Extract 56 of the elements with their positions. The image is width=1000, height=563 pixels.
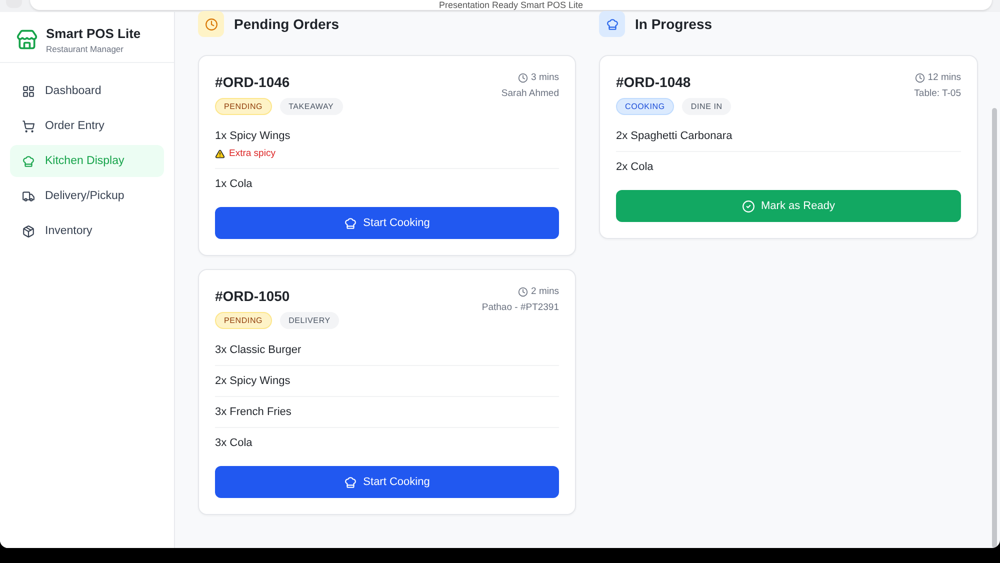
status-tag: COOKING (616, 98, 674, 115)
order-action-button[interactable]: Start Cooking (215, 466, 559, 498)
order-detail: Sarah Ahmed (501, 88, 559, 99)
sidebar-item-label: Inventory (45, 225, 92, 237)
order-item: 3x French Fries (215, 406, 292, 418)
grid-icon (22, 84, 35, 98)
order-id: #ORD-1050 (215, 288, 291, 304)
order-time: 2 mins (531, 286, 559, 297)
status-tag: PENDING (215, 312, 272, 329)
cart-icon (22, 120, 35, 132)
clock-icon (914, 72, 925, 82)
sidebar-item-label: Delivery/Pickup (45, 190, 124, 202)
order-time: 3 mins (531, 72, 559, 83)
order-detail: Pathao - #PT2391 (482, 302, 559, 313)
chef-hat-icon (22, 154, 35, 168)
order-type-tag: DELIVERY (280, 312, 340, 329)
order-item: 3x Cola (215, 437, 254, 449)
check-icon (742, 200, 755, 212)
status-tag: PENDING (215, 98, 272, 115)
app-subtitle: Restaurant Manager (46, 44, 124, 54)
order-type-tag: DINE IN (682, 98, 732, 115)
order-action-button[interactable]: Start Cooking (215, 207, 559, 239)
column-title: In Progress (635, 16, 712, 32)
store-icon (16, 29, 38, 51)
warning-icon (215, 148, 225, 158)
order-type-tag: TAKEAWAY (280, 98, 343, 115)
app-name: Smart POS Lite (46, 26, 141, 41)
order-item: 2x Cola (616, 161, 654, 173)
window-title: Presentation Ready Smart POS Lite (438, 0, 584, 10)
box-icon (22, 224, 35, 238)
sidebar-item-label: Kitchen Display (45, 155, 124, 167)
order-item: 1x Spicy Wings (215, 130, 292, 142)
chef-hat-icon (344, 216, 358, 230)
column-title: Pending Orders (234, 16, 340, 32)
sidebar-item[interactable]: Delivery/Pickup (10, 180, 164, 212)
order-item: 1x Cola (215, 178, 254, 190)
order-time: 12 mins (928, 72, 961, 83)
truck-icon (22, 190, 35, 202)
chef-hat-icon (606, 18, 618, 30)
order-id: #ORD-1048 (616, 74, 692, 90)
order-id: #ORD-1046 (215, 74, 291, 90)
clock-icon (518, 286, 528, 296)
clock-icon (518, 72, 528, 82)
sidebar-item[interactable]: Inventory (10, 215, 164, 247)
order-detail: Table: T-05 (914, 88, 961, 99)
scrollbar[interactable] (992, 108, 997, 548)
clock-icon (204, 18, 218, 30)
sidebar-item-label: Dashboard (45, 85, 102, 97)
order-item: 3x Classic Burger (215, 344, 302, 356)
order-item: 2x Spicy Wings (215, 375, 292, 387)
sidebar-item[interactable]: Order Entry (10, 110, 164, 142)
order-item: 2x Spaghetti Carbonara (616, 130, 734, 142)
chef-hat-icon (344, 476, 358, 488)
sidebar-item[interactable]: Dashboard (10, 75, 164, 107)
sidebar-item-label: Order Entry (45, 120, 104, 132)
item-note: Extra spicy (229, 148, 276, 159)
